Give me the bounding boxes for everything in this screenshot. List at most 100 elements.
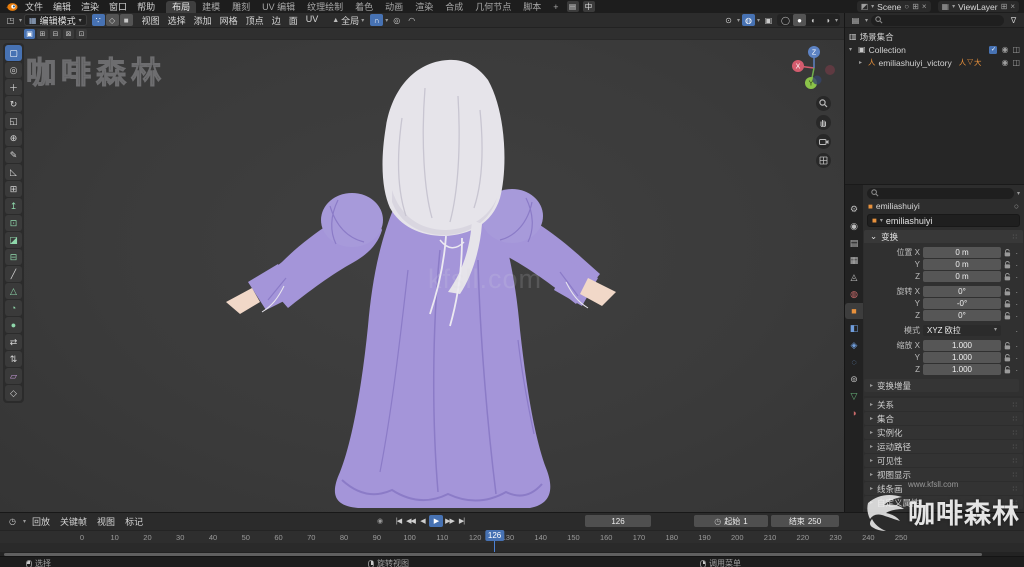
animate-dot[interactable]: · — [1015, 248, 1020, 258]
xray-toggle-icon[interactable]: ▣ — [762, 14, 775, 26]
tool-button[interactable]: ▱ — [5, 368, 22, 384]
navigation-gizmo[interactable]: X Z Y — [790, 44, 838, 92]
property-section-header[interactable]: ▸ 运动路径 ∷ — [864, 440, 1023, 453]
workspace-tab[interactable]: 脚本 — [517, 1, 547, 13]
close-icon[interactable]: × — [1010, 2, 1015, 11]
timeline-editor-icon[interactable]: ◷ — [6, 516, 19, 528]
workspace-tab[interactable]: 建模 — [196, 1, 226, 13]
tool-button[interactable]: ╱ — [5, 266, 22, 282]
properties-tab[interactable]: ⊚ — [845, 371, 863, 387]
outliner-search-input[interactable] — [871, 14, 1004, 26]
transform-orientation-dropdown[interactable]: ▲ 全局 ▾ — [332, 14, 364, 27]
workspace-tab[interactable]: 动画 — [379, 1, 409, 13]
playback-button[interactable]: ▶▶ — [444, 515, 455, 527]
tool-button[interactable]: ◺ — [5, 164, 22, 180]
animate-dot[interactable]: · — [1015, 299, 1020, 309]
filter-icon[interactable]: ∇ — [1007, 14, 1020, 26]
number-field[interactable]: 0° — [923, 286, 1001, 297]
properties-tab[interactable]: ◉ — [845, 218, 863, 234]
properties-tab[interactable]: ▦ — [845, 252, 863, 268]
expand-icon[interactable]: ▸ — [859, 59, 865, 66]
rendered-shading-icon[interactable]: ◑ — [821, 14, 834, 26]
menu-item[interactable]: 帮助 — [132, 0, 160, 13]
material-shading-icon[interactable]: ◐ — [807, 14, 820, 26]
outliner-row-collection[interactable]: ▾ ▣ Collection ✓ ◉ ◫ — [845, 43, 1024, 56]
3d-viewport[interactable]: ▣ ⊞ ⊟ ⊠ ⊡ ▢ ◎ ＋ ↻ ◱ ⊕ ✎ ◺ ⊞ ↥ ⊡ ◪ ⊟ ╱ △ ◔ ● ⇄ ⇅ ▱ ◇ — [0, 28, 844, 512]
tool-mode-button[interactable]: ⊞ — [37, 28, 48, 39]
number-field[interactable]: 1.000 — [923, 352, 1001, 363]
lock-icon[interactable] — [1004, 260, 1012, 269]
timeline-menu-item[interactable]: 视图 — [95, 515, 117, 528]
camera-view-button[interactable] — [816, 134, 831, 149]
number-field[interactable]: 0 m — [923, 259, 1001, 270]
tool-button[interactable]: ⇅ — [5, 351, 22, 367]
workspace-tab[interactable]: 着色 — [349, 1, 379, 13]
tool-button[interactable]: ↻ — [5, 96, 22, 112]
playback-button[interactable]: ▶ — [429, 515, 443, 527]
new-scene-icon[interactable]: ⊞ — [912, 2, 919, 11]
timeline-menu-item[interactable]: 回放 — [30, 515, 52, 528]
viewlayer-selector[interactable]: ▦ ▾ ViewLayer ⊞ × — [937, 1, 1019, 12]
face-select-button[interactable]: ■ — [119, 14, 133, 26]
viewport-menu-item[interactable]: 添加 — [190, 14, 216, 27]
pin-icon[interactable]: ○ — [1014, 201, 1019, 211]
properties-tab[interactable]: ◧ — [845, 320, 863, 336]
properties-tab[interactable]: ■ — [845, 303, 863, 319]
timeline-menu-item[interactable]: 标记 — [123, 515, 145, 528]
transform-panel-header[interactable]: ⌄ 变换 ∷ — [864, 230, 1023, 243]
new-viewlayer-icon[interactable]: ⊞ — [1001, 2, 1008, 11]
lock-icon[interactable] — [1004, 353, 1012, 362]
outliner-row-scene-collection[interactable]: ▥ 场景集合 — [845, 30, 1024, 43]
playback-button[interactable]: ◀◀ — [405, 515, 416, 527]
tool-button[interactable]: ＋ — [5, 79, 22, 95]
lock-icon[interactable] — [1004, 299, 1012, 308]
delta-transform-section[interactable]: ▸ 变换增量 — [864, 379, 1019, 392]
lock-icon[interactable] — [1004, 365, 1012, 374]
tool-button[interactable]: ✎ — [5, 147, 22, 163]
workspace-tab[interactable]: 纹理绘制 — [301, 1, 349, 13]
ime-language-badge[interactable]: 中 — [582, 1, 595, 12]
tool-button[interactable]: ● — [5, 317, 22, 333]
workspace-tab[interactable]: 布局 — [166, 1, 197, 13]
eye-icon[interactable]: ◉ — [1001, 58, 1008, 67]
viewport-menu-item[interactable]: 边 — [268, 14, 285, 27]
viewport-menu-item[interactable]: 选择 — [164, 14, 190, 27]
workspace-tab[interactable]: 雕刻 — [226, 1, 256, 13]
workspace-tab[interactable]: 合成 — [439, 1, 469, 13]
lock-icon[interactable] — [1004, 272, 1012, 281]
tool-button[interactable]: ↥ — [5, 198, 22, 214]
properties-tab[interactable]: ▤ — [845, 235, 863, 251]
camera-restrict-icon[interactable]: ◫ — [1012, 58, 1020, 67]
record-button[interactable]: ◉ — [374, 515, 385, 527]
collection-checkbox[interactable]: ✓ — [989, 45, 998, 54]
falloff-icon[interactable]: ◠ — [405, 14, 418, 26]
property-section-header[interactable]: ▸ 实例化 ∷ — [864, 426, 1023, 439]
zoom-view-button[interactable] — [816, 96, 831, 111]
current-frame-field[interactable]: 126 — [585, 515, 651, 527]
lock-icon[interactable] — [1004, 287, 1012, 296]
animate-dot[interactable]: · — [1015, 287, 1020, 297]
keyframe-track[interactable] — [0, 543, 1024, 552]
workspace-tab[interactable]: 几何节点 — [469, 1, 517, 13]
properties-tab[interactable]: ◈ — [845, 337, 863, 353]
property-section-header[interactable]: ▸ 视图显示 ∷ — [864, 468, 1023, 481]
options-icon[interactable]: ▾ — [1017, 190, 1020, 197]
viewport-menu-item[interactable]: 网格 — [216, 14, 242, 27]
tool-button[interactable]: △ — [5, 283, 22, 299]
scene-selector[interactable]: ◩ ▾ Scene ○ ⊞ × — [856, 1, 931, 12]
number-field[interactable]: 0 m — [923, 247, 1001, 258]
tool-button[interactable]: ⊟ — [5, 249, 22, 265]
workspace-tab[interactable]: UV 编辑 — [256, 1, 301, 13]
animate-dot[interactable]: · — [1015, 341, 1020, 351]
tool-button[interactable]: ◎ — [5, 62, 22, 78]
ime-keyboard-icon[interactable]: ▤ — [566, 1, 579, 12]
pin-icon[interactable]: ○ — [904, 2, 909, 11]
animate-dot[interactable]: · — [1015, 260, 1020, 270]
vertex-select-button[interactable]: ∵ — [91, 14, 105, 26]
rotation-mode-dropdown[interactable]: XYZ 欧拉 ▾ — [923, 325, 1001, 336]
number-field[interactable]: 0 m — [923, 271, 1001, 282]
viewport-menu-item[interactable]: 顶点 — [242, 14, 268, 27]
pivot-point-icon[interactable]: ⊙ — [722, 14, 735, 26]
number-field[interactable]: 1.000 — [923, 364, 1001, 375]
animate-dot[interactable]: · — [1015, 365, 1020, 375]
